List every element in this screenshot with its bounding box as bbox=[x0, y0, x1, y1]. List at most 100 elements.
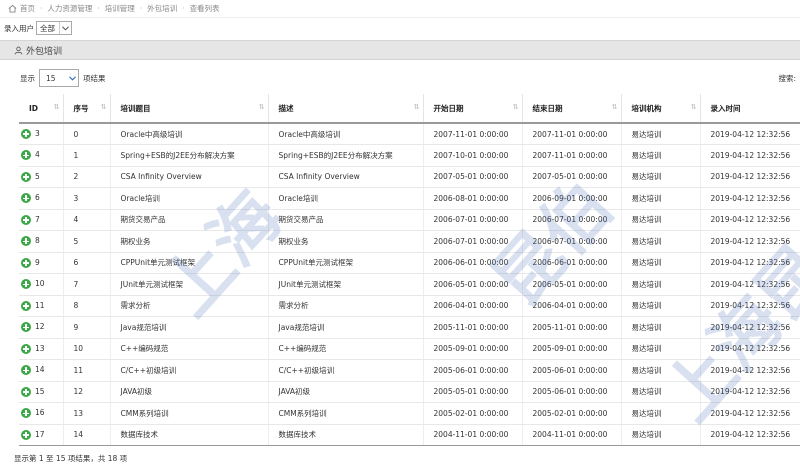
expand-row-icon[interactable] bbox=[21, 150, 31, 161]
id-cell: 8 bbox=[19, 230, 64, 253]
end-date-cell: 2005-06-01 0:00:00 bbox=[522, 359, 622, 382]
table-row[interactable]: 8 5 期权业务 期权业务 2006-07-01 0:00:00 2006-07-01 0… bbox=[19, 230, 800, 253]
cell-text: 2005-06-01 0:00:00 bbox=[433, 365, 509, 375]
column-header-description[interactable]: 描述 ⇅ bbox=[268, 94, 424, 124]
cell-text: CMM系列培训 bbox=[120, 408, 169, 418]
table-row[interactable]: 11 8 需求分析 需求分析 2006-04-01 0:00:00 2006-04-01 … bbox=[19, 295, 800, 317]
cell-text: 数据库技术 bbox=[120, 430, 159, 440]
breadcrumb-item[interactable]: 外包培训 bbox=[147, 3, 177, 14]
cell-text: 2005-09-01 0:00:00 bbox=[433, 344, 509, 354]
cell-text: 2006-04-01 0:00:00 bbox=[433, 301, 509, 311]
cell-text: 期货交易产品 bbox=[278, 215, 324, 225]
expand-row-icon[interactable] bbox=[21, 171, 31, 182]
table-info: 显示第 1 至 15 项结果，共 18 项 bbox=[14, 454, 128, 463]
start-date-cell: 2005-05-01 0:00:00 bbox=[423, 381, 523, 403]
institution-cell: 易达培训 bbox=[621, 123, 701, 145]
cell-text: 2019-04-12 12:32:56 bbox=[710, 387, 791, 397]
training-table: ID ⇅ 序号 ⇅ 培训题目 ⇅ 描述 ⇅ 开始日期 ⇅ 结束日期 ⇅ 培训机构 ⇅ 录入时间… bbox=[19, 94, 800, 446]
cell-text: 易达培训 bbox=[631, 322, 662, 332]
entry-time-cell: 2019-04-12 12:32:56 bbox=[700, 230, 800, 253]
table-row[interactable]: 6 3 Oracle培训 Oracle培训 2006-08-01 0:00:00 2006… bbox=[19, 187, 800, 210]
institution-cell: 易达培训 bbox=[621, 338, 701, 360]
breadcrumb-home[interactable]: 首页 bbox=[8, 3, 35, 14]
table-row[interactable]: 5 2 CSA Infinity Overview CSA Infinity Over… bbox=[19, 166, 800, 188]
table-row[interactable]: 3 0 Oracle中高级培训 Oracle中高级培训 2007-11-01 0:00:… bbox=[19, 123, 800, 145]
cell-text: 12 bbox=[35, 322, 45, 332]
institution-cell: 易达培训 bbox=[621, 166, 701, 188]
cell-text: 7 bbox=[35, 214, 40, 224]
table-row[interactable]: 13 10 C++编码规范 C++编码规范 2005-09-01 0:00:00 2005… bbox=[19, 338, 800, 360]
expand-row-icon[interactable] bbox=[21, 193, 31, 204]
breadcrumb-item[interactable]: 人力资源管理 bbox=[47, 3, 92, 14]
column-header-institution[interactable]: 培训机构 ⇅ bbox=[621, 94, 701, 124]
user-filter-select[interactable]: 全部 bbox=[36, 21, 72, 35]
cell-text: 6 bbox=[35, 193, 40, 203]
cell-text: 易达培训 bbox=[631, 193, 662, 203]
cell-text: 2007-11-01 0:00:00 bbox=[532, 129, 608, 139]
column-header-end-date[interactable]: 结束日期 ⇅ bbox=[522, 94, 622, 124]
description-cell: 期货交易产品 bbox=[268, 209, 424, 231]
cell-text: CPPUnit单元测试框架 bbox=[120, 258, 196, 268]
expand-row-icon[interactable] bbox=[21, 322, 31, 333]
cell-text: JAVA初级 bbox=[278, 387, 311, 397]
end-date-cell: 2006-05-01 0:00:00 bbox=[522, 273, 622, 296]
cell-text: 2006-06-01 0:00:00 bbox=[532, 258, 608, 268]
cell-text: Java规范培训 bbox=[278, 322, 325, 332]
panel-title: 外包培训 bbox=[26, 46, 63, 57]
id-cell: 15 bbox=[19, 381, 64, 403]
cell-text: 2019-04-12 12:32:56 bbox=[710, 279, 791, 289]
description-cell: Spring+ESB的J2EE分布解决方案 bbox=[268, 144, 424, 167]
expand-row-icon[interactable] bbox=[21, 129, 31, 139]
cell-text: 3 bbox=[73, 193, 79, 203]
table-row[interactable]: 16 13 CMM系列培训 CMM系列培训 2005-02-01 0:00:00 2005… bbox=[19, 402, 800, 425]
table-row[interactable]: 4 1 Spring+ESB的J2EE分布解决方案 Spring+ESB的J2EE分布… bbox=[19, 144, 800, 167]
cell-text: 2006-07-01 0:00:00 bbox=[532, 236, 608, 246]
table-row[interactable]: 10 7 JUnit单元测试框架 JUnit单元测试框架 2006-05-01 0:00… bbox=[19, 273, 800, 296]
expand-row-icon[interactable] bbox=[21, 279, 31, 290]
expand-row-icon[interactable] bbox=[21, 408, 31, 419]
cell-text: 2005-06-01 0:00:00 bbox=[532, 365, 608, 375]
cell-text: 2004-11-01 0:00:00 bbox=[433, 430, 509, 440]
expand-row-icon[interactable] bbox=[21, 236, 31, 247]
table-row[interactable]: 7 4 期货交易产品 期货交易产品 2006-07-01 0:00:00 2006-07-… bbox=[19, 209, 800, 231]
id-cell: 7 bbox=[19, 209, 64, 231]
expand-row-icon[interactable] bbox=[21, 429, 31, 440]
expand-row-icon[interactable] bbox=[21, 214, 31, 225]
column-header-entry-time[interactable]: 录入时间 bbox=[700, 94, 800, 124]
expand-row-icon[interactable] bbox=[21, 300, 31, 311]
start-date-cell: 2006-07-01 0:00:00 bbox=[423, 209, 523, 231]
breadcrumb-item[interactable]: 培训管理 bbox=[105, 3, 135, 14]
cell-text: 易达培训 bbox=[631, 301, 662, 311]
index-cell: 10 bbox=[63, 338, 111, 360]
cell-text: 期权业务 bbox=[278, 236, 309, 246]
entry-time-cell: 2019-04-12 12:32:56 bbox=[700, 338, 800, 360]
institution-cell: 易达培训 bbox=[621, 230, 701, 253]
expand-row-icon[interactable] bbox=[21, 365, 31, 376]
title-cell: C++编码规范 bbox=[110, 338, 269, 360]
page-length-select[interactable]: 15 bbox=[39, 69, 79, 87]
expand-row-icon[interactable] bbox=[21, 257, 31, 268]
institution-cell: 易达培训 bbox=[621, 187, 701, 210]
id-cell: 14 bbox=[19, 359, 64, 382]
table-row[interactable]: 12 9 Java规范培训 Java规范培训 2005-11-01 0:00:00 200… bbox=[19, 316, 800, 339]
column-header-id[interactable]: ID ⇅ bbox=[19, 94, 64, 124]
cell-text: 2019-04-12 12:32:56 bbox=[710, 215, 791, 225]
title-cell: JUnit单元测试框架 bbox=[110, 273, 269, 296]
table-row[interactable]: 9 6 CPPUnit单元测试框架 CPPUnit单元测试框架 2006-06-01 0… bbox=[19, 252, 800, 274]
column-header-title[interactable]: 培训题目 ⇅ bbox=[110, 94, 269, 124]
expand-row-icon[interactable] bbox=[21, 386, 31, 397]
table-row[interactable]: 17 14 数据库技术 数据库技术 2004-11-01 0:00:00 2004-11-… bbox=[19, 424, 800, 446]
column-header-index[interactable]: 序号 ⇅ bbox=[63, 94, 111, 124]
cell-text: 2006-05-01 0:00:00 bbox=[532, 279, 608, 289]
cell-text: 5 bbox=[35, 171, 40, 181]
table-row[interactable]: 15 12 JAVA初级 JAVA初级 2005-05-01 0:00:00 2005-0… bbox=[19, 381, 800, 403]
column-header-start-date[interactable]: 开始日期 ⇅ bbox=[423, 94, 523, 124]
expand-row-icon[interactable] bbox=[21, 343, 31, 354]
table-row[interactable]: 14 11 C/C++初级培训 C/C++初级培训 2005-06-01 0:00:00… bbox=[19, 359, 800, 382]
institution-cell: 易达培训 bbox=[621, 402, 701, 425]
cell-text: 6 bbox=[73, 258, 79, 268]
entry-time-cell: 2019-04-12 12:32:56 bbox=[700, 359, 800, 382]
breadcrumb-item: 首页 bbox=[20, 4, 35, 13]
cell-text: 12 bbox=[73, 387, 84, 397]
entry-time-cell: 2019-04-12 12:32:56 bbox=[700, 187, 800, 210]
